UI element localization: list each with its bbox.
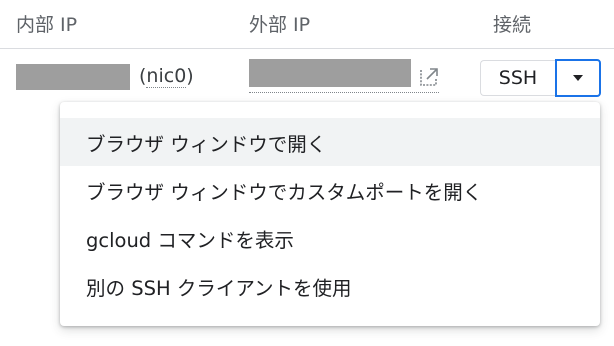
internal-ip-redacted	[16, 64, 130, 90]
ssh-options-menu: ブラウザ ウィンドウで開く ブラウザ ウィンドウでカスタムポートを開く gclo…	[60, 102, 600, 326]
column-header-external-ip: 外部 IP	[249, 14, 311, 36]
column-header-internal-ip: 内部 IP	[16, 14, 78, 36]
menu-item-open-in-browser-window[interactable]: ブラウザ ウィンドウで開く	[60, 118, 600, 166]
vm-instance-row-view: 内部 IP 外部 IP 接続 (nic0) SSH ブラウザ ウィンドウで開く …	[0, 0, 614, 346]
arrow-drop-down-icon	[573, 75, 583, 81]
ssh-connect-split-button: SSH	[480, 59, 601, 97]
open-in-new-icon[interactable]	[418, 66, 440, 88]
ssh-button[interactable]: SSH	[480, 60, 555, 96]
ssh-dropdown-toggle[interactable]	[555, 59, 601, 97]
header-divider	[0, 48, 614, 49]
external-ip-redacted[interactable]	[249, 59, 411, 87]
column-header-connect: 接続	[493, 14, 532, 36]
menu-item-use-another-ssh-client[interactable]: 別の SSH クライアントを使用	[60, 262, 600, 310]
nic-label: (nic0)	[139, 65, 194, 88]
menu-item-view-gcloud-command[interactable]: gcloud コマンドを表示	[60, 214, 600, 262]
menu-item-open-in-browser-custom-port[interactable]: ブラウザ ウィンドウでカスタムポートを開く	[60, 166, 600, 214]
nic-link[interactable]: nic0	[146, 65, 187, 88]
external-ip-underline	[249, 92, 439, 93]
nic-close-paren: )	[186, 65, 194, 87]
